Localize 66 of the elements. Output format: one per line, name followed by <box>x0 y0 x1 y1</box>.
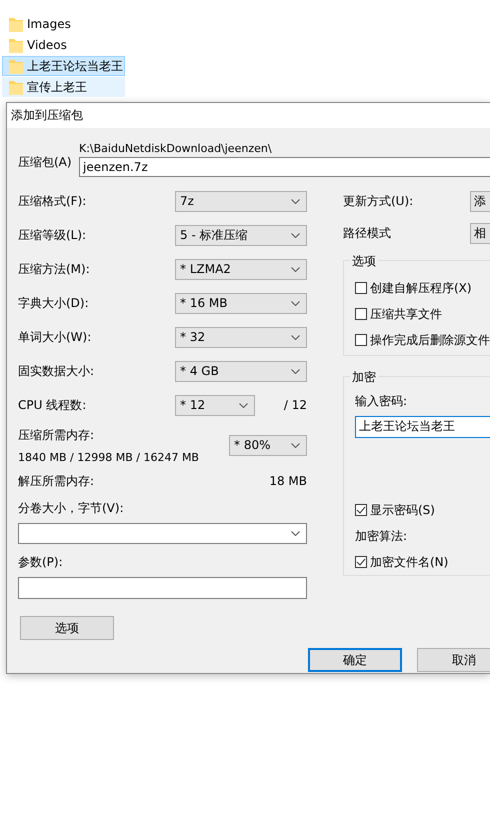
checkbox[interactable] <box>355 308 367 320</box>
dropdown[interactable]: 相 <box>470 222 490 244</box>
field-label: 压缩等级(L): <box>18 226 88 244</box>
field-label: 单词大小(W): <box>18 328 92 346</box>
field-label: 输入密码: <box>355 393 408 410</box>
field-label: 固实数据大小: <box>18 362 96 380</box>
archive-name-field[interactable]: jeenzen.7z <box>79 157 490 177</box>
dropdown[interactable]: * 32 <box>175 326 307 348</box>
folder-icon <box>9 79 23 95</box>
field-label: CPU 线程数: <box>18 396 88 414</box>
parameters-field[interactable] <box>18 577 307 599</box>
dropdown[interactable]: * 4 GB <box>175 360 307 382</box>
checkbox-label: 显示密码(S) <box>370 502 435 519</box>
caret-icon <box>291 232 300 238</box>
dropdown[interactable]: * 16 MB <box>175 292 307 314</box>
dropdown[interactable]: * LZMA2 <box>175 258 307 280</box>
field-label: 参数(P): <box>18 554 64 571</box>
cancel-button[interactable]: 取消 <box>417 648 490 672</box>
field-label: 加密算法: <box>355 528 408 545</box>
file-list-item[interactable]: Videos <box>2 35 125 55</box>
caret-icon <box>291 266 300 272</box>
field-label: 压缩所需内存: <box>18 426 96 444</box>
dropdown[interactable]: 添 <box>470 190 490 212</box>
window-title: 添加到压缩包 <box>11 107 83 124</box>
field-label: 解压所需内存: <box>18 472 96 490</box>
field-label: 压缩格式(F): <box>18 192 88 210</box>
checkbox[interactable] <box>355 504 367 516</box>
folder-icon <box>9 16 23 32</box>
field-label: 压缩方法(M): <box>18 260 91 278</box>
checkbox-label: 操作完成后删除源文件 <box>370 332 490 348</box>
field-label: 路径模式 <box>343 224 392 242</box>
checkbox[interactable] <box>355 334 367 346</box>
caret-icon <box>291 368 300 374</box>
options-button[interactable]: 选项 <box>20 616 114 640</box>
dropdown[interactable]: * 12 <box>175 394 255 416</box>
checkbox-label: 创建自解压程序(X) <box>370 280 472 296</box>
password-field[interactable]: 上老王论坛当老王 <box>355 416 490 438</box>
file-list-item[interactable]: 上老王论坛当老王 <box>2 56 125 76</box>
caret-icon <box>291 531 300 536</box>
caret-icon <box>291 442 300 448</box>
folder-icon <box>9 37 23 53</box>
dropdown[interactable]: * 80% <box>229 434 307 456</box>
memory-usage: 1840 MB / 12998 MB / 16247 MB <box>18 450 200 464</box>
thread-total: / 12 <box>284 398 307 412</box>
dropdown[interactable]: 5 - 标准压缩 <box>175 224 307 246</box>
field-label: 字典大小(D): <box>18 294 90 312</box>
group-title: 选项 <box>350 253 378 270</box>
checkbox-label: 加密文件名(N) <box>370 554 448 571</box>
file-list-item[interactable]: 宣传上老王 <box>2 77 125 97</box>
field-label: 分卷大小，字节(V): <box>18 500 125 517</box>
volume-size-dropdown[interactable] <box>18 523 307 544</box>
field-label: 压缩包(A) <box>18 154 73 171</box>
folder-icon <box>9 58 23 74</box>
caret-icon <box>291 198 300 204</box>
file-list-item[interactable]: Images <box>2 14 125 34</box>
ok-button[interactable]: 确定 <box>308 648 402 672</box>
dropdown[interactable]: 7z <box>175 190 307 212</box>
checkbox[interactable] <box>355 556 367 568</box>
caret-icon <box>291 334 300 340</box>
archive-path: K:\BaiduNetdiskDownload\jeenzen\ <box>79 142 273 157</box>
caret-icon <box>239 402 248 408</box>
memory-value: 18 MB <box>269 474 307 488</box>
caret-icon <box>291 300 300 306</box>
checkbox[interactable] <box>355 282 367 294</box>
field-label: 更新方式(U): <box>343 192 414 210</box>
checkbox-label: 压缩共享文件 <box>370 306 442 322</box>
